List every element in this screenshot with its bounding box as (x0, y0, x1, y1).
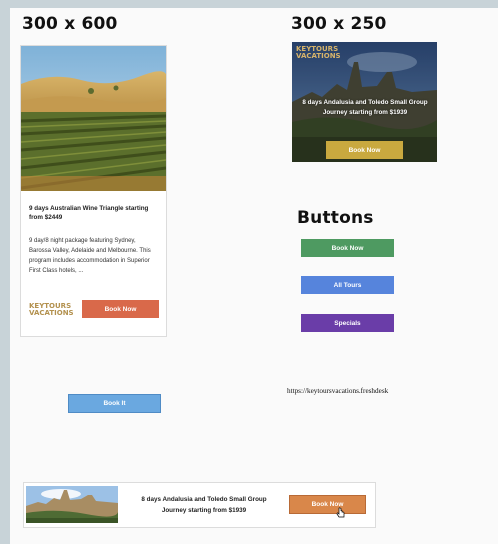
hand-cursor-icon (336, 507, 345, 518)
ad-leaderboard-book-now-button[interactable]: Book Now (289, 495, 366, 514)
title-300x600: 300 x 600 (22, 14, 118, 34)
vineyard-photo (21, 46, 166, 191)
keytours-logo: KEYTOURS VACATIONS (296, 45, 341, 60)
toledo-city-photo (26, 486, 118, 523)
keytours-logo: KEYTOURS VACATIONS (29, 302, 74, 317)
helpdesk-url[interactable]: https://keytoursvacations.freshdesk (287, 387, 388, 395)
title-buttons: Buttons (297, 208, 374, 228)
ad-300x600-title: 9 days Australian Wine Triangle starting… (29, 205, 149, 221)
ad-300x600-book-now-button[interactable]: Book Now (82, 300, 159, 318)
canvas: 300 x 600 300 x 250 Buttons 9 days Austr… (10, 8, 498, 544)
all-tours-button[interactable]: All Tours (301, 276, 394, 294)
ad-300x250-text: 8 days Andalusia and Toledo Small Group … (302, 99, 428, 116)
title-300x250: 300 x 250 (291, 14, 387, 34)
ad-300x250-book-now-button[interactable]: Book Now (326, 141, 403, 159)
book-it-button[interactable]: Book It (68, 394, 161, 413)
specials-button[interactable]: Specials (301, 314, 394, 332)
ad-leaderboard-text: 8 days Andalusia and Toledo Small Group … (141, 496, 267, 514)
book-now-button[interactable]: Book Now (301, 239, 394, 257)
ad-300x600-description: 9 day/8 night package featuring Sydney, … (29, 238, 151, 274)
ad-leaderboard[interactable]: 8 days Andalusia and Toledo Small Group … (23, 482, 376, 528)
ad-300x600[interactable]: 9 days Australian Wine Triangle starting… (20, 45, 167, 337)
ad-300x250[interactable]: KEYTOURS VACATIONS 8 days Andalusia and … (292, 42, 437, 162)
